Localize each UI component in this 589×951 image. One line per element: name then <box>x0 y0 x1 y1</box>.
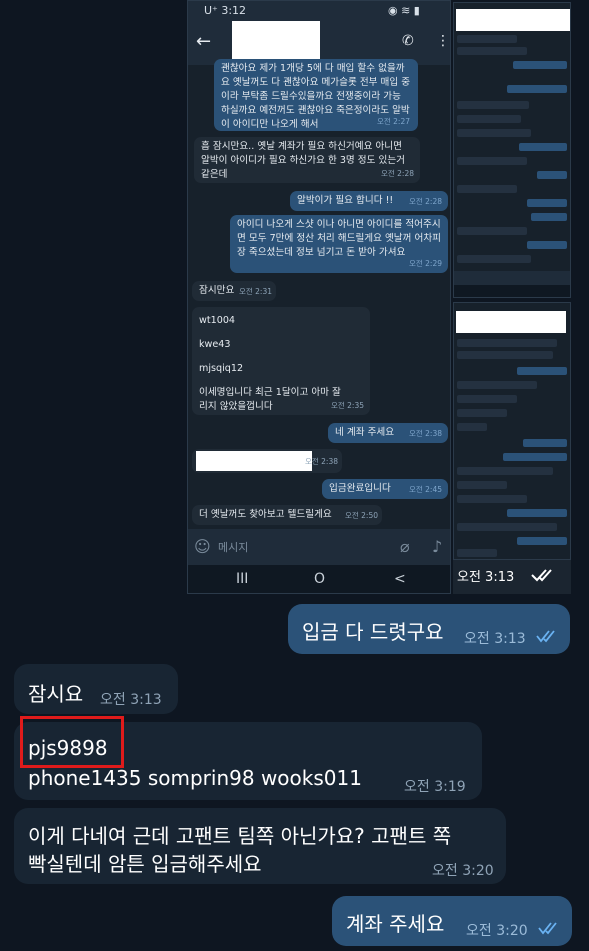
redacted-header <box>456 311 566 333</box>
embedded-message: 알박이가 필요 합니다 !! 오전 2:28 <box>290 191 448 211</box>
message-time: 오전 3:20 <box>466 923 528 939</box>
embedded-message: 더 옛날꺼도 찾아보고 텔드릴게요 오전 2:50 <box>192 505 382 525</box>
chat-bubble-incoming[interactable]: 이게 다네여 근데 고팬트 팀쪽 아닌가요? 고팬트 쪽 빡실텐데 암튼 입금해… <box>14 808 506 884</box>
android-nav-bar: III O < <box>188 565 450 593</box>
embedded-message: 입금완료입니다 오전 2:45 <box>322 479 448 499</box>
embedded-screenshot[interactable]: U⁺ 3:12 ◉ ≋ ▮ ← ✆ ⋮ 괜찮아요 제가 1개당 5에 다 매입 … <box>187 0 451 594</box>
embedded-message: 네 계좌 주세요 오전 2:38 <box>328 423 448 443</box>
thumbnail-screenshot-2[interactable] <box>453 302 571 560</box>
chat-bubble-outgoing[interactable]: 계좌 주세요 오전 3:20 <box>332 896 572 946</box>
message-text: 입금완료입니다 <box>329 483 391 494</box>
redacted-header <box>456 9 570 31</box>
message-text: 계좌 주세요 <box>346 912 445 936</box>
id-text: kwe43 <box>199 339 231 350</box>
message-text: 네 계좌 주세요 <box>335 427 395 438</box>
message-text-line: 이게 다네여 근데 고팬트 팀쪽 아닌가요? 고팬트 쪽 <box>28 824 452 848</box>
chat-bubble-outgoing[interactable]: 입금 다 드렷구요 오전 3:13 <box>288 604 570 654</box>
embedded-message: 흠 잠시만요.. 옛날 계좌가 필요 하신거예요 아니면 알박이 아이디가 필요… <box>194 137 420 183</box>
message-time: 오전 2:31 <box>238 287 272 296</box>
message-composer[interactable]: ☺ 메시지 ⌀ ♪ <box>188 529 450 565</box>
read-checks-icon <box>531 569 552 582</box>
more-icon[interactable]: ⋮ <box>436 33 450 49</box>
recents-icon[interactable]: III <box>236 571 248 587</box>
read-checks-icon <box>536 630 555 643</box>
id-text: wt1004 <box>199 315 236 326</box>
message-text: 잠시요 <box>28 682 84 706</box>
redacted-contact-name <box>232 21 320 60</box>
back-arrow-icon[interactable]: ← <box>196 31 211 52</box>
message-text: 잠시만요 <box>199 285 235 296</box>
emoji-icon[interactable]: ☺ <box>194 537 211 556</box>
status-time: U⁺ 3:12 <box>204 4 247 17</box>
message-time: 오전 3:20 <box>432 863 494 879</box>
read-checks-icon <box>538 922 557 935</box>
message-time: 오전 2:28 <box>380 169 414 178</box>
message-text-line: 빡실텐데 암튼 입금해주세요 <box>28 852 262 876</box>
attach-icon[interactable]: ⌀ <box>400 537 410 556</box>
status-icons: ◉ ≋ ▮ <box>388 4 420 17</box>
message-time: 오전 3:13 <box>100 692 162 708</box>
phone-icon[interactable]: ✆ <box>402 33 414 49</box>
mic-icon[interactable]: ♪ <box>432 537 442 556</box>
redacted-block <box>196 451 312 471</box>
embedded-message: 괜찮아요 제가 1개당 5에 다 매입 할수 없을까요 옛날꺼도 다 괜찮아요 … <box>214 59 418 131</box>
thumbnail-screenshot-1[interactable] <box>453 2 571 298</box>
back-icon[interactable]: < <box>394 571 406 587</box>
id-text: mjsqiq12 <box>199 363 244 374</box>
chat-bubble-incoming[interactable]: 잠시요 오전 3:13 <box>14 664 178 714</box>
message-time: 오전 2:38 <box>304 457 338 466</box>
message-text: 입금 다 드렷구요 <box>302 620 444 644</box>
message-time: 오전 3:13 <box>464 631 526 647</box>
message-text: 더 옛날꺼도 찾아보고 텔드릴게요 <box>199 509 332 520</box>
message-time: 오전 2:27 <box>376 117 410 126</box>
home-icon[interactable]: O <box>314 571 325 587</box>
message-time: 오전 2:29 <box>408 259 442 268</box>
message-time: 오전 2:50 <box>344 511 378 520</box>
highlighted-id: pjs9898 <box>28 736 108 760</box>
message-time: 오전 2:45 <box>408 485 442 494</box>
status-bar: U⁺ 3:12 ◉ ≋ ▮ <box>188 1 450 21</box>
message-input[interactable]: 메시지 <box>218 539 248 555</box>
embedded-message: 아이디 나오게 스샷 이나 아니면 아이디를 적어주시면 모두 7만에 정산 처… <box>230 215 448 273</box>
message-text: 흠 잠시만요.. 옛날 계좌가 필요 하신거예요 아니면 알박이 아이디가 필요… <box>201 141 405 180</box>
embedded-message: 잠시만요 오전 2:31 <box>192 281 276 301</box>
thumbnail-time-text: 오전 3:13 <box>457 570 515 585</box>
message-time: 오전 2:28 <box>408 197 442 206</box>
embedded-id-list-message: wt1004 kwe43 mjsqiq12 이세명입니다 최근 1달이고 아마 … <box>192 307 370 415</box>
message-time: 오전 2:35 <box>330 401 364 410</box>
thumbnail-timestamp: 오전 3:13 <box>453 560 571 594</box>
message-text: 아이디 나오게 스샷 이나 아니면 아이디를 적어주시면 모두 7만에 정산 처… <box>237 219 441 258</box>
embedded-redacted-message: 오전 2:38 <box>192 449 342 473</box>
message-text: 이세명입니다 최근 1달이고 아마 잘리지 않았을껍니다 <box>199 387 341 412</box>
message-text: phone1435 somprin98 wooks011 <box>28 766 362 790</box>
message-time: 오전 3:19 <box>404 779 466 795</box>
chat-bubble-incoming[interactable]: pjs9898 phone1435 somprin98 wooks011 오전 … <box>14 716 482 800</box>
message-time: 오전 2:38 <box>408 429 442 438</box>
message-text: 알박이가 필요 합니다 !! <box>297 195 394 206</box>
